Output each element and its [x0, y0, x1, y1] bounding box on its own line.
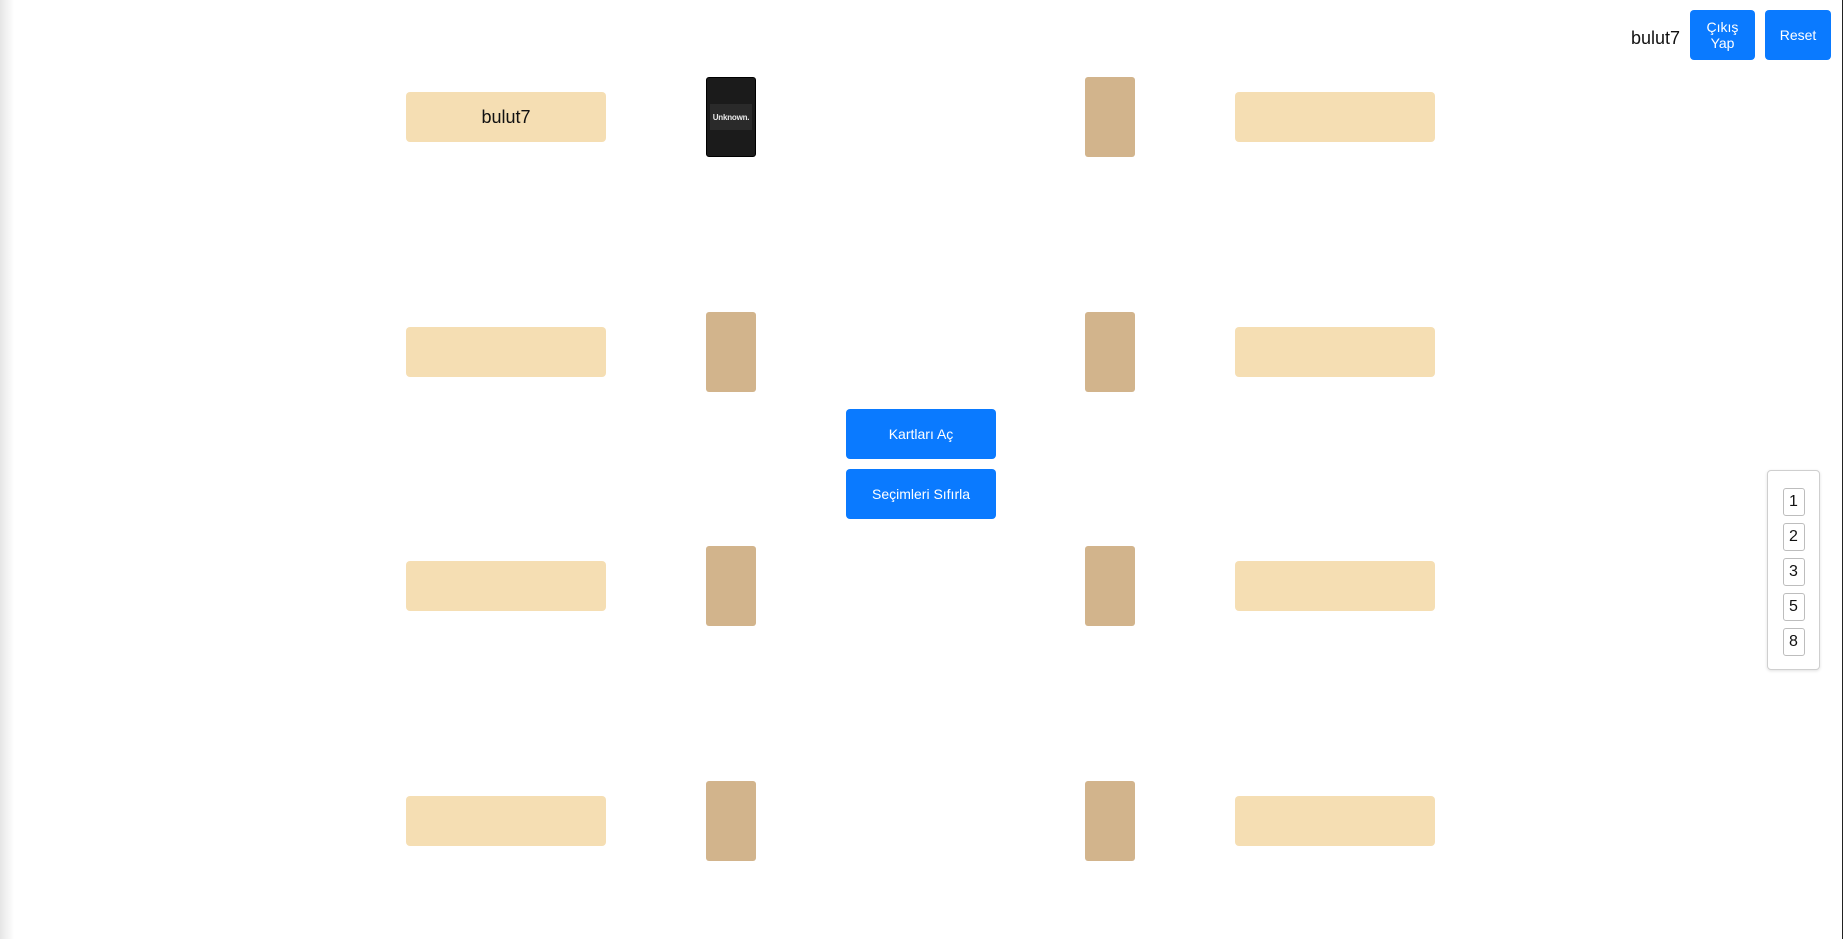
reset-selections-button[interactable]: Seçimleri Sıfırla	[846, 469, 996, 519]
open-cards-button[interactable]: Kartları Aç	[846, 409, 996, 459]
player-card-right-3	[1085, 546, 1135, 626]
logout-button[interactable]: Çıkış Yap	[1690, 10, 1755, 60]
player-slot-left-1: bulut7	[406, 92, 606, 142]
player-slot-right-2	[1235, 327, 1435, 377]
player-slot-right-4	[1235, 796, 1435, 846]
player-card-right-4	[1085, 781, 1135, 861]
vote-options-panel: 1 2 3 5 8	[1767, 470, 1820, 670]
planning-poker-page: bulut7 Çıkış Yap Reset bulut7 Unknown. K…	[0, 0, 1843, 939]
player-slot-left-2	[406, 327, 606, 377]
vote-option-2[interactable]: 2	[1782, 523, 1805, 551]
vote-option-1[interactable]: 1	[1782, 488, 1805, 516]
player-card-left-3	[706, 546, 756, 626]
vote-option-5[interactable]: 5	[1782, 593, 1805, 621]
player-slot-left-3	[406, 561, 606, 611]
player-card-left-2	[706, 312, 756, 392]
card-logo-image: Unknown.	[710, 104, 752, 130]
vote-option-3[interactable]: 3	[1782, 558, 1805, 586]
player-card-right-2	[1085, 312, 1135, 392]
current-user-name: bulut7	[1630, 28, 1680, 48]
player-slot-right-3	[1235, 561, 1435, 611]
player-slot-right-1	[1235, 92, 1435, 142]
player-card-right-1	[1085, 77, 1135, 157]
left-edge-shadow	[0, 0, 14, 939]
player-card-left-1: Unknown.	[706, 77, 756, 157]
player-card-left-4	[706, 781, 756, 861]
reset-button[interactable]: Reset	[1765, 10, 1831, 60]
player-slot-left-4	[406, 796, 606, 846]
vote-option-8[interactable]: 8	[1782, 628, 1805, 656]
